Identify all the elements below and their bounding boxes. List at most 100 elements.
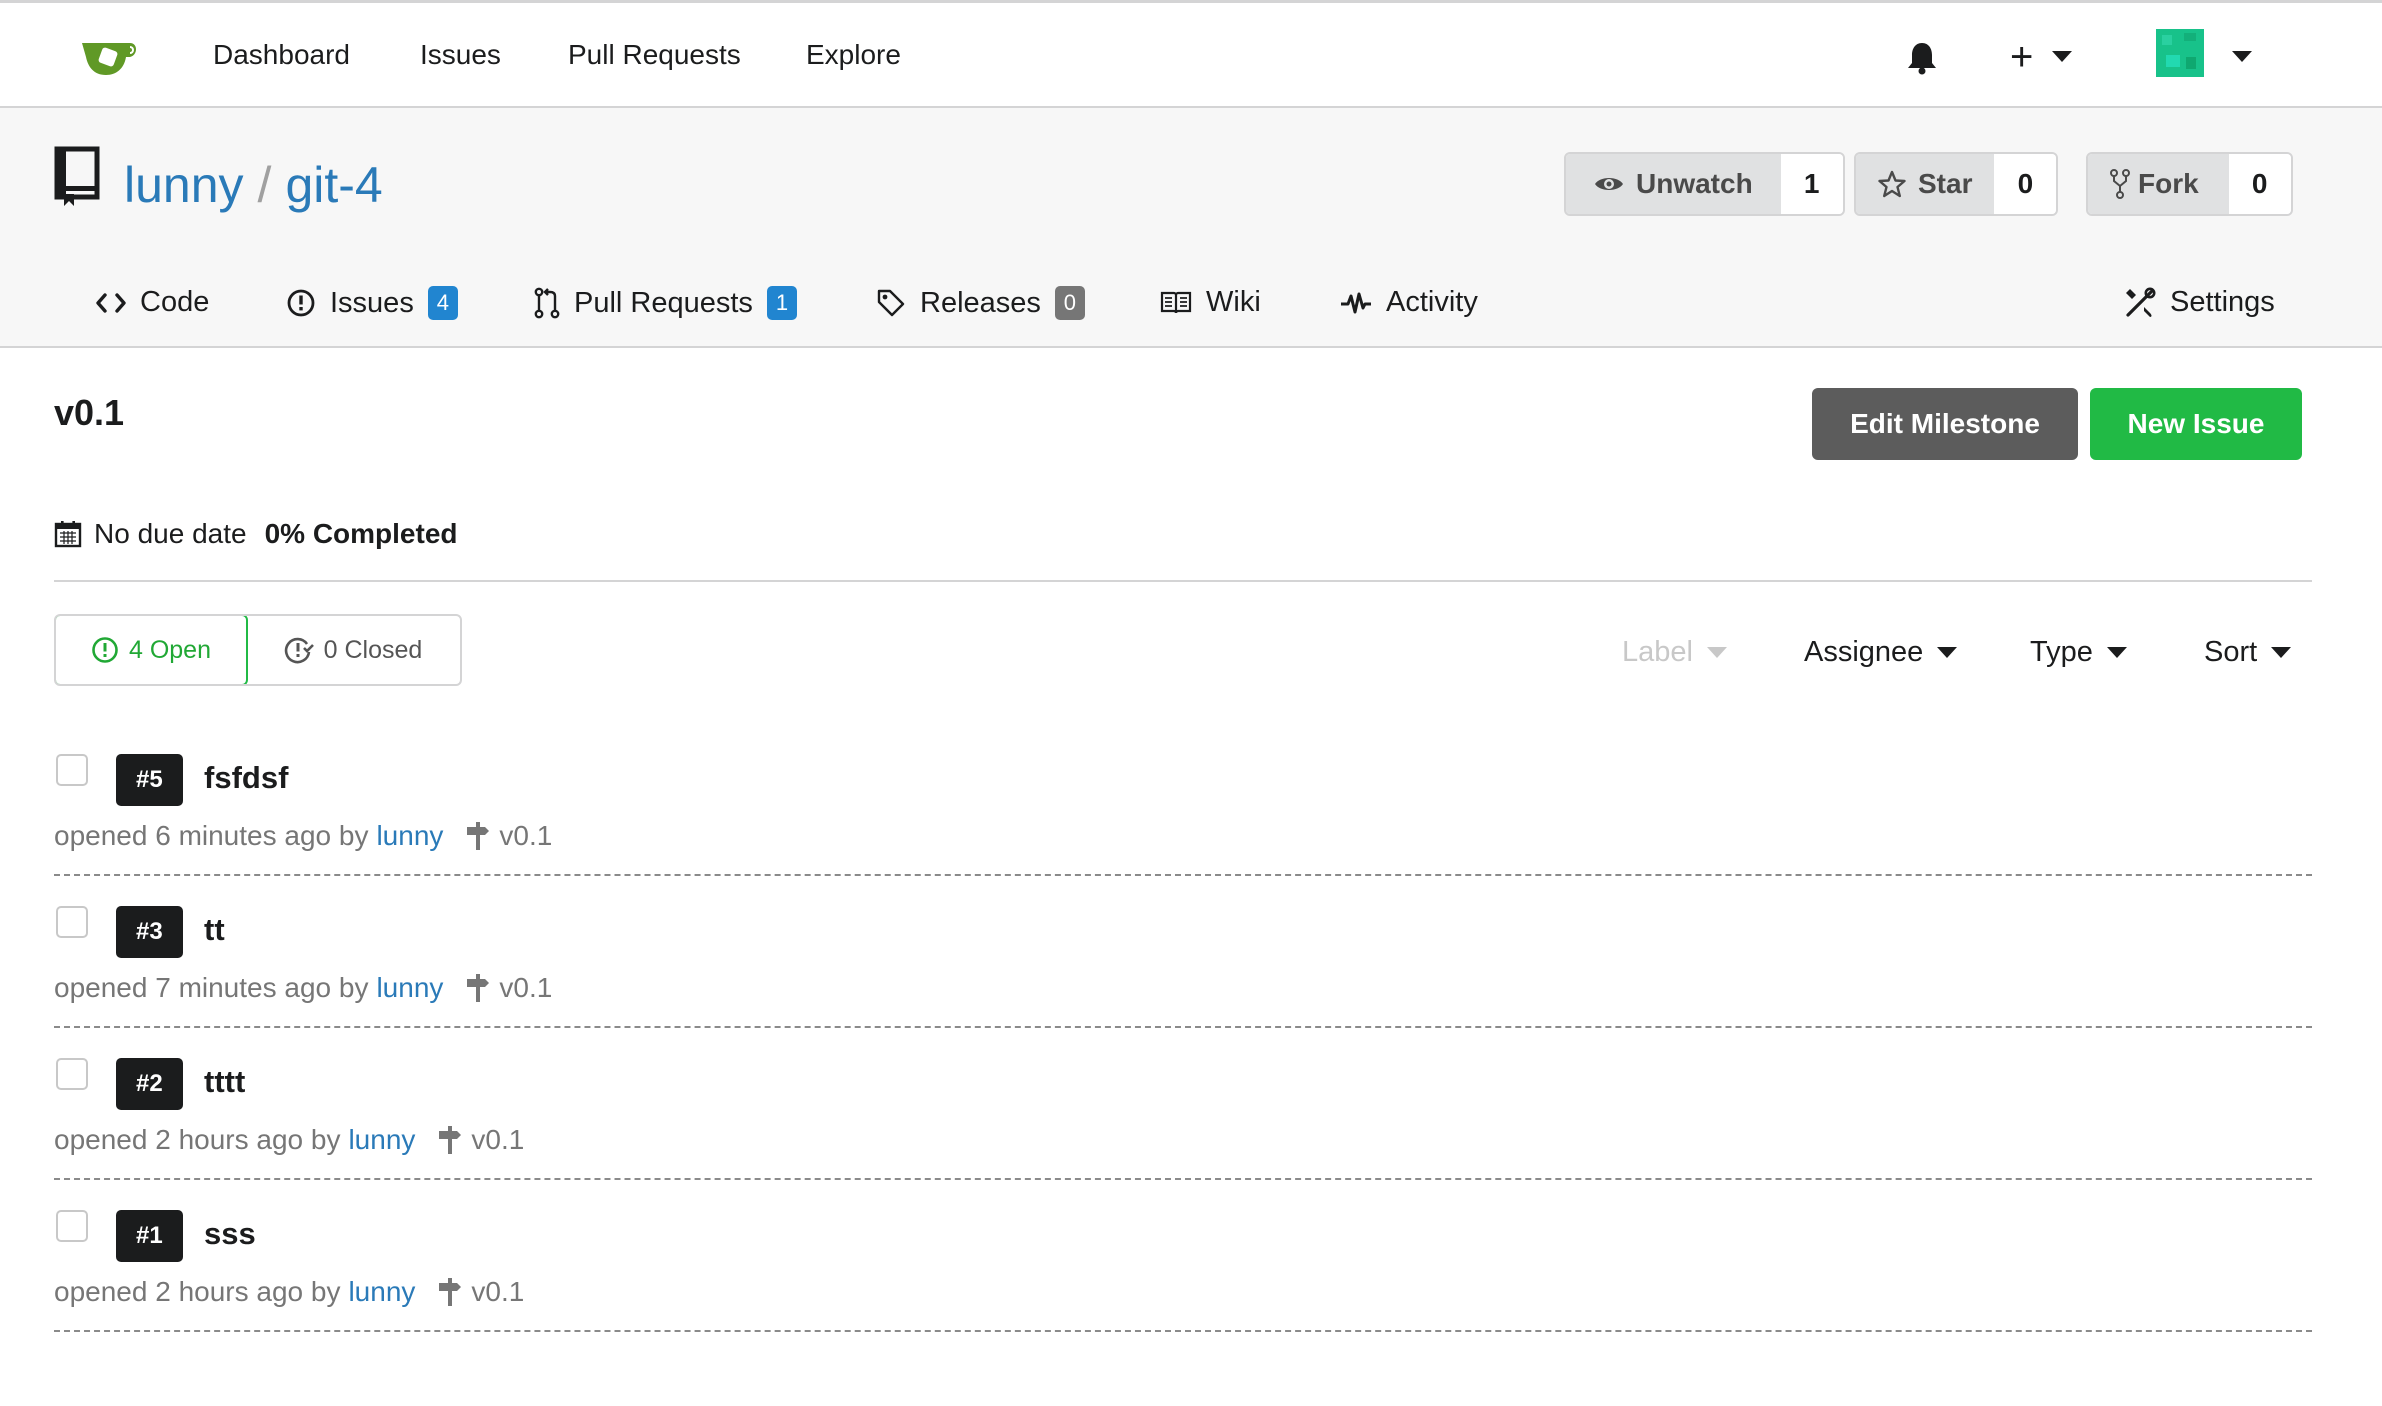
issue-milestone-label: v0.1: [471, 1276, 525, 1307]
issue-author-link[interactable]: lunny: [348, 1276, 415, 1308]
star-icon: [1878, 170, 1906, 198]
issue-meta: opened 6 minutes ago by lunny v0.1: [54, 820, 552, 852]
issue-checkbox[interactable]: [56, 1210, 88, 1242]
tab-code-label: Code: [140, 286, 210, 318]
issue-title[interactable]: sss: [204, 1216, 256, 1252]
issue-title[interactable]: tt: [204, 912, 225, 948]
repo-header: lunny / git-4 Unwatch 1 Star 0 Fork 0 Co…: [0, 108, 2382, 348]
list-item: #5 fsfdsf opened 6 minutes ago by lunny …: [54, 754, 2312, 906]
fork-label: Fork: [2138, 168, 2199, 199]
unwatch-label: Unwatch: [1636, 168, 1753, 199]
plus-icon[interactable]: +: [2010, 37, 2033, 77]
gitea-logo-icon[interactable]: [80, 37, 140, 77]
tab-settings[interactable]: Settings: [2124, 286, 2275, 319]
star-count[interactable]: 0: [1994, 154, 2057, 214]
tab-code[interactable]: Code: [96, 286, 209, 319]
issue-number: #3: [116, 906, 183, 958]
watch-count[interactable]: 1: [1780, 154, 1843, 214]
fork-button[interactable]: Fork: [2088, 154, 2229, 214]
open-issues-tab[interactable]: 4 Open: [56, 616, 248, 684]
pulls-count-badge: 1: [766, 286, 797, 320]
tab-wiki[interactable]: Wiki: [1160, 286, 1261, 319]
type-filter[interactable]: Type: [2030, 636, 2127, 669]
issue-milestone-label: v0.1: [471, 1124, 525, 1155]
sort-filter[interactable]: Sort: [2204, 636, 2292, 669]
star-label: Star: [1918, 168, 1973, 199]
star-button[interactable]: Star: [1856, 154, 1995, 214]
issue-milestone-label: v0.1: [499, 972, 553, 1003]
repo-name-link[interactable]: git-4: [285, 157, 382, 213]
star-button-group: Star 0: [1854, 152, 2059, 216]
issue-author-link[interactable]: lunny: [376, 972, 443, 1004]
issue-meta: opened 2 hours ago by lunny v0.1: [54, 1124, 524, 1156]
issue-checkbox[interactable]: [56, 754, 88, 786]
tab-activity[interactable]: Activity: [1340, 286, 1478, 319]
edit-milestone-button[interactable]: Edit Milestone: [1812, 388, 2078, 460]
chevron-down-icon: [1706, 647, 1727, 658]
closed-issues-tab[interactable]: 0 Closed: [246, 616, 460, 684]
tools-icon: [2126, 287, 2156, 317]
nav-pull-requests[interactable]: Pull Requests: [568, 39, 741, 71]
issue-milestone[interactable]: v0.1: [465, 820, 552, 852]
issue-title[interactable]: tttt: [204, 1064, 245, 1100]
nav-dashboard[interactable]: Dashboard: [213, 39, 350, 71]
issue-checkbox[interactable]: [56, 906, 88, 938]
issue-milestone[interactable]: v0.1: [437, 1124, 524, 1156]
chevron-down-icon[interactable]: [2232, 51, 2252, 62]
tab-activity-label: Activity: [1386, 286, 1478, 318]
issue-opened-text: opened 2 hours ago by: [54, 1276, 341, 1307]
bell-icon[interactable]: [1906, 41, 1938, 75]
issue-milestone[interactable]: v0.1: [437, 1276, 524, 1308]
list-item: #2 tttt opened 2 hours ago by lunny v0.1: [54, 1058, 2312, 1210]
tab-pull-requests[interactable]: Pull Requests 1: [534, 286, 797, 320]
assignee-filter[interactable]: Assignee: [1804, 636, 1958, 669]
new-issue-button[interactable]: New Issue: [2090, 388, 2302, 460]
issue-opened-text: opened 6 minutes ago by: [54, 820, 369, 851]
issue-milestone[interactable]: v0.1: [465, 972, 552, 1004]
chevron-down-icon[interactable]: [2052, 51, 2072, 62]
tab-releases[interactable]: Releases 0: [876, 286, 1085, 320]
milestone-icon: [467, 974, 490, 1002]
tab-releases-label: Releases: [920, 286, 1041, 319]
repo-title: lunny / git-4: [124, 156, 383, 214]
issue-title[interactable]: fsfdsf: [204, 760, 288, 796]
unwatch-button[interactable]: Unwatch: [1566, 154, 1781, 214]
nav-issues[interactable]: Issues: [420, 39, 501, 71]
issue-number: #1: [116, 1210, 183, 1262]
label-filter-text: Label: [1622, 636, 1693, 668]
issue-closed-icon: [284, 637, 314, 664]
tab-settings-label: Settings: [2170, 286, 2275, 318]
type-filter-text: Type: [2030, 636, 2093, 668]
divider: [54, 874, 2312, 876]
issue-author-link[interactable]: lunny: [376, 820, 443, 852]
issue-checkbox[interactable]: [56, 1058, 88, 1090]
list-item: #1 sss opened 2 hours ago by lunny v0.1: [54, 1210, 2312, 1362]
closed-count-label: 0 Closed: [323, 635, 423, 664]
list-item: #3 tt opened 7 minutes ago by lunny v0.1: [54, 906, 2312, 1058]
top-navbar: Dashboard Issues Pull Requests Explore +: [0, 0, 2382, 108]
issue-opened-icon: [287, 289, 315, 317]
milestone-title: v0.1: [54, 392, 125, 433]
issue-number: #5: [116, 754, 183, 806]
tab-wiki-label: Wiki: [1206, 286, 1261, 318]
issue-meta: opened 2 hours ago by lunny v0.1: [54, 1276, 524, 1308]
eye-icon: [1595, 178, 1623, 190]
issue-number: #2: [116, 1058, 183, 1110]
completion-percent: 0% Completed: [264, 518, 458, 549]
nav-explore[interactable]: Explore: [806, 39, 901, 71]
divider: [54, 1178, 2312, 1180]
tab-pull-requests-label: Pull Requests: [574, 286, 753, 319]
fork-count[interactable]: 0: [2228, 154, 2291, 214]
divider: [54, 1330, 2312, 1332]
issue-opened-icon: [92, 637, 118, 663]
issue-author-link[interactable]: lunny: [348, 1124, 415, 1156]
milestone-icon: [439, 1126, 462, 1154]
code-icon: [96, 292, 126, 313]
tag-icon: [877, 289, 905, 317]
tab-issues[interactable]: Issues 4: [286, 286, 458, 320]
repo-owner-link[interactable]: lunny: [124, 157, 244, 213]
label-filter[interactable]: Label: [1622, 636, 1727, 669]
releases-count-badge: 0: [1054, 286, 1085, 320]
repo-book-icon: [54, 146, 100, 206]
avatar[interactable]: [2156, 29, 2204, 77]
